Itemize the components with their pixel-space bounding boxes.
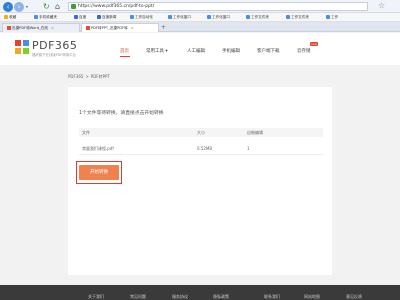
bookmark-item[interactable]: 工作文件夹 <box>246 15 269 21</box>
nav-tools[interactable]: 常用工具 ▾ <box>146 48 168 54</box>
file-size: 0.52MB <box>197 146 213 151</box>
footer-link[interactable]: 网站地图 <box>304 294 320 300</box>
secure-lock-icon <box>71 4 76 9</box>
column-header-size: 大小 <box>197 130 205 135</box>
footer-link[interactable]: 常见问题 <box>130 294 146 300</box>
tab-pdf-to-ppt[interactable]: PDF转PPT_迅捷PDF转 × <box>81 23 159 32</box>
bookmark-item[interactable]: 手机收藏夹 <box>34 15 57 21</box>
bookmark-label: 工作文件夹 <box>291 15 309 19</box>
folder-icon <box>207 15 211 19</box>
file-pages: 1 <box>247 146 250 151</box>
close-icon[interactable]: × <box>51 26 54 30</box>
reload-icon[interactable]: ↻ <box>43 2 50 11</box>
active-underline <box>120 56 130 57</box>
bookmark-label: 手机收藏夹 <box>39 15 57 19</box>
bookmark-label: 工作化窗口 <box>212 15 230 19</box>
column-header-file: 文件 <box>82 130 90 135</box>
new-tab-icon[interactable]: + <box>161 24 166 31</box>
bookmarks-bar: 收藏 手机收藏夹 百度 百度新闻 工作自动化 工作化窗口 工作化窗口 工作文件夹… <box>0 13 400 22</box>
bookmark-label: 工作文件夹 <box>251 15 269 19</box>
breadcrumb-current: PDF转PPT <box>90 74 110 79</box>
bookmark-label: 百度新闻 <box>102 15 117 19</box>
bookmark-label: 工作自动化 <box>135 15 153 19</box>
footer-link[interactable]: 意见反馈 <box>346 294 362 300</box>
file-row: 常量我们课程.pdf 0.52MB 1 <box>79 140 323 155</box>
nav-home[interactable]: 首页 <box>120 48 129 54</box>
browser-nav-bar: ‹ › ▾ ↻ ⌂ https://www.pdf365.cn/pdf-to-p… <box>0 0 400 13</box>
tab-label: 迅捷PDF转Word_在线 <box>12 26 49 30</box>
bookmark-item[interactable]: 工作化窗口 <box>207 15 230 21</box>
folder-icon <box>168 15 172 19</box>
logo-icon[interactable] <box>15 40 29 54</box>
tab-strip: 迅捷PDF转Word_在线 × PDF转PPT_迅捷PDF转 × + <box>0 22 400 32</box>
pdf-favicon-icon <box>86 26 90 30</box>
logo-text[interactable]: PDF365 <box>32 39 77 52</box>
forward-button[interactable]: › <box>14 2 24 12</box>
file-name: 常量我们课程.pdf <box>82 146 114 151</box>
breadcrumb-separator: > <box>85 74 89 79</box>
bookmark-label: 百度 <box>79 15 87 19</box>
bookmark-label: 工作 <box>331 15 339 19</box>
bookmark-item[interactable]: 收藏 <box>4 15 16 21</box>
history-dropdown-icon[interactable]: ▾ <box>26 4 28 9</box>
nav-client-download[interactable]: 客户端下载 <box>257 48 280 54</box>
address-text[interactable]: https://www.pdf365.cn/pdf-to-ppt/ <box>78 4 154 9</box>
nav-mobile-edit[interactable]: 手机编辑 <box>222 48 240 54</box>
paw-icon <box>97 15 101 19</box>
bookmark-label: 收藏 <box>9 15 17 19</box>
new-badge: new <box>310 42 318 46</box>
folder-icon <box>326 15 330 19</box>
phone-icon <box>34 15 38 19</box>
paw-icon <box>74 15 78 19</box>
bookmark-item[interactable]: 工作自动化 <box>130 15 153 21</box>
star-icon <box>4 15 8 19</box>
folder-icon <box>130 15 134 19</box>
close-icon[interactable]: × <box>131 26 134 30</box>
address-bar[interactable]: https://www.pdf365.cn/pdf-to-ppt/ <box>68 2 368 11</box>
card-title: 1个文件等待转换，请直接点击开始转换 <box>79 111 164 116</box>
bookmark-item[interactable]: 工作文件夹 <box>286 15 309 21</box>
site-footer: 关于我们 常见问题 服务协议 隐私政策 联系我们 网站地图 意见反馈 <box>0 285 400 300</box>
folder-icon <box>286 15 290 19</box>
conversion-card: 1个文件等待转换，请直接点击开始转换 文件 大小 自制编辑 常量我们课程.pdf… <box>68 87 332 275</box>
breadcrumb: PDF365 > PDF转PPT <box>68 74 110 80</box>
tab-label: PDF转PPT_迅捷PDF转 <box>91 26 128 30</box>
bookmark-item[interactable]: 工作 <box>326 15 338 21</box>
breadcrumb-home[interactable]: PDF365 <box>68 74 83 79</box>
footer-link[interactable]: 服务协议 <box>172 294 188 300</box>
bookmark-label: 工作化窗口 <box>173 15 191 19</box>
bookmark-item[interactable]: 百度新闻 <box>97 15 116 21</box>
home-icon[interactable]: ⌂ <box>55 2 60 11</box>
tab-pdf-to-word[interactable]: 迅捷PDF转Word_在线 × <box>2 23 80 32</box>
footer-link[interactable]: 关于我们 <box>88 294 104 300</box>
footer-link[interactable]: 隐私政策 <box>213 294 229 300</box>
bookmark-item[interactable]: 百度 <box>74 15 86 21</box>
file-table-header: 文件 大小 自制编辑 <box>79 128 323 137</box>
start-convert-button[interactable]: 开始转换 <box>79 165 119 180</box>
bookmark-item[interactable]: 工作化窗口 <box>168 15 191 21</box>
logo-subtitle: 福昕旗下在线版PDF转换平台 <box>32 53 76 57</box>
footer-link[interactable]: 联系我们 <box>264 294 280 300</box>
nav-cloud-storage[interactable]: 云存储 <box>297 48 311 54</box>
back-button[interactable]: ‹ <box>3 2 13 12</box>
site-header: PDF365 福昕旗下在线版PDF转换平台 首页 常用工具 ▾ 人工编辑 手机编… <box>0 33 400 65</box>
column-header-pages: 自制编辑 <box>247 130 263 135</box>
nav-manual-edit[interactable]: 人工编辑 <box>187 48 205 54</box>
pdf-favicon-icon <box>7 26 11 30</box>
folder-icon <box>246 15 250 19</box>
favorite-star-icon[interactable]: ☆ <box>378 1 385 11</box>
